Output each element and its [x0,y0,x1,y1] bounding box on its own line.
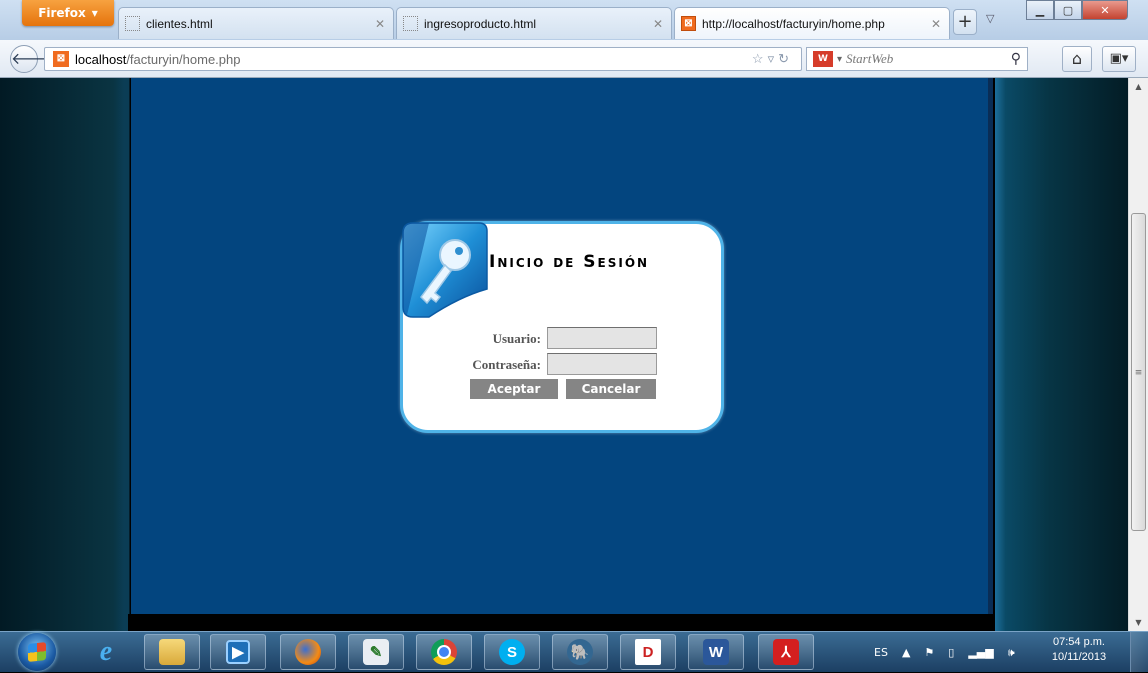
tab-ingresoproducto[interactable]: ingresoproducto.html ✕ [396,7,672,39]
home-button[interactable]: ⌂ [1062,46,1092,72]
key-icon [402,222,488,318]
back-button[interactable]: 🡐 [10,45,54,73]
tab-title: http://localhost/facturyin/home.php [702,16,885,31]
skype-icon: S [499,639,525,665]
list-all-tabs-icon[interactable]: ▽ [986,12,994,25]
accept-button[interactable]: Aceptar [470,379,558,399]
maximize-button[interactable]: ▢ [1054,0,1082,20]
minimize-button[interactable]: ▁ [1026,0,1054,20]
clock-date: 10/11/2013 [1051,651,1107,663]
taskbar-notepad[interactable]: ✎ [348,634,404,670]
chrome-icon [431,639,457,665]
search-icon[interactable]: ⚲ [1011,51,1021,67]
acrobat-icon: ⅄ [773,639,799,665]
browser-titlebar: Firefox ▾ clientes.html ✕ ingresoproduct… [0,0,1148,40]
windows-logo-icon [28,642,46,662]
taskbar-postgresql[interactable]: 🐘 [552,634,608,670]
taskbar-media-player[interactable]: ▶ [210,634,266,670]
firefox-menu-label: Firefox [38,6,86,20]
taskbar-skype[interactable]: S [484,634,540,670]
bookmarks-button[interactable]: ▣▾ [1102,46,1136,72]
taskbar-word[interactable]: W [688,634,744,670]
postgresql-icon: 🐘 [567,639,593,665]
internet-explorer-icon: e [99,636,113,667]
new-tab-button[interactable]: + [953,9,977,35]
notepad-icon: ✎ [363,639,389,665]
language-indicator[interactable]: ES [874,646,888,659]
battery-icon[interactable]: ▯ [948,646,954,659]
url-bar[interactable]: ⊠ localhost /facturyin/home.php ☆▿↻ [44,47,802,71]
system-tray: ES ▲ ⚑ ▯ ▂▄▆ 🕪 [874,632,1015,673]
chevron-down-icon: ▾ [91,6,98,20]
search-engine-icon[interactable]: W [813,51,833,67]
firefox-icon [295,639,321,665]
pgadmin-icon: D [635,639,661,665]
page-viewport: Inicio de Sesión Usuario: Contraseña: Ac… [0,78,1128,631]
password-row: Contraseña: [403,353,721,375]
xampp-icon: ⊠ [681,16,696,31]
background-right [995,78,1128,631]
vertical-scrollbar[interactable]: ▲ ≡ ▼ [1128,78,1148,631]
taskbar-file-explorer[interactable] [144,634,200,670]
show-hidden-icons-icon[interactable]: ▲ [902,646,910,659]
url-host: localhost [75,51,127,67]
scrollbar-thumb[interactable]: ≡ [1131,213,1146,531]
show-desktop-button[interactable] [1130,632,1148,672]
search-placeholder: StartWeb [846,51,894,66]
tab-title: ingresoproducto.html [424,16,537,31]
action-center-flag-icon[interactable]: ⚑ [924,646,934,659]
tab-clientes[interactable]: clientes.html ✕ [118,7,394,39]
username-row: Usuario: [403,327,721,349]
navigation-bar: 🡐 ⊠ localhost /facturyin/home.php ☆▿↻ W … [0,40,1148,78]
blank-page-icon [125,16,140,31]
start-button[interactable] [18,633,56,671]
background-strip [128,614,994,631]
password-input[interactable] [547,353,657,375]
login-title: Inicio de Sesión [489,252,650,272]
site-identity-icon[interactable]: ⊠ [53,51,69,67]
close-window-button[interactable]: ✕ [1082,0,1128,20]
windows-taskbar: e ▶ ✎ S 🐘 D W ⅄ ES ▲ ⚑ ▯ ▂▄▆ 🕪 07:54 p.m… [0,631,1148,672]
taskbar-firefox[interactable] [280,634,336,670]
close-icon[interactable]: ✕ [375,17,385,31]
taskbar-chrome[interactable] [416,634,472,670]
password-label: Contraseña: [472,357,541,372]
username-label: Usuario: [492,331,541,346]
tab-title: clientes.html [146,16,213,31]
scroll-up-icon[interactable]: ▲ [1129,78,1148,95]
window-controls: ▁ ▢ ✕ [1026,0,1128,20]
media-player-icon: ▶ [226,640,250,664]
close-icon[interactable]: ✕ [653,17,663,31]
scroll-down-icon[interactable]: ▼ [1129,614,1148,631]
taskbar-pgadmin[interactable]: D [620,634,676,670]
clock-time: 07:54 p.m. [1053,636,1105,648]
close-icon[interactable]: ✕ [931,17,941,31]
word-icon: W [703,639,729,665]
blank-page-icon [403,16,418,31]
login-dialog: Inicio de Sesión Usuario: Contraseña: Ac… [400,221,724,433]
tab-home[interactable]: ⊠ http://localhost/facturyin/home.php ✕ [674,7,950,39]
bookmark-star-icon[interactable]: ☆▿↻ [752,51,793,67]
chevron-down-icon[interactable]: ▾ [837,54,842,65]
username-input[interactable] [547,327,657,349]
system-clock[interactable]: 07:54 p.m. 10/11/2013 [1036,635,1122,665]
taskbar-internet-explorer[interactable]: e [78,634,134,670]
taskbar-acrobat[interactable]: ⅄ [758,634,814,670]
url-path: /facturyin/home.php [126,51,241,67]
cancel-button[interactable]: Cancelar [566,379,656,399]
volume-icon[interactable]: 🕪 [1008,646,1015,660]
network-signal-icon[interactable]: ▂▄▆ [968,646,993,659]
firefox-menu-button[interactable]: Firefox ▾ [22,0,114,26]
file-explorer-icon [159,639,185,665]
search-bar[interactable]: W ▾ StartWeb ⚲ [806,47,1028,71]
